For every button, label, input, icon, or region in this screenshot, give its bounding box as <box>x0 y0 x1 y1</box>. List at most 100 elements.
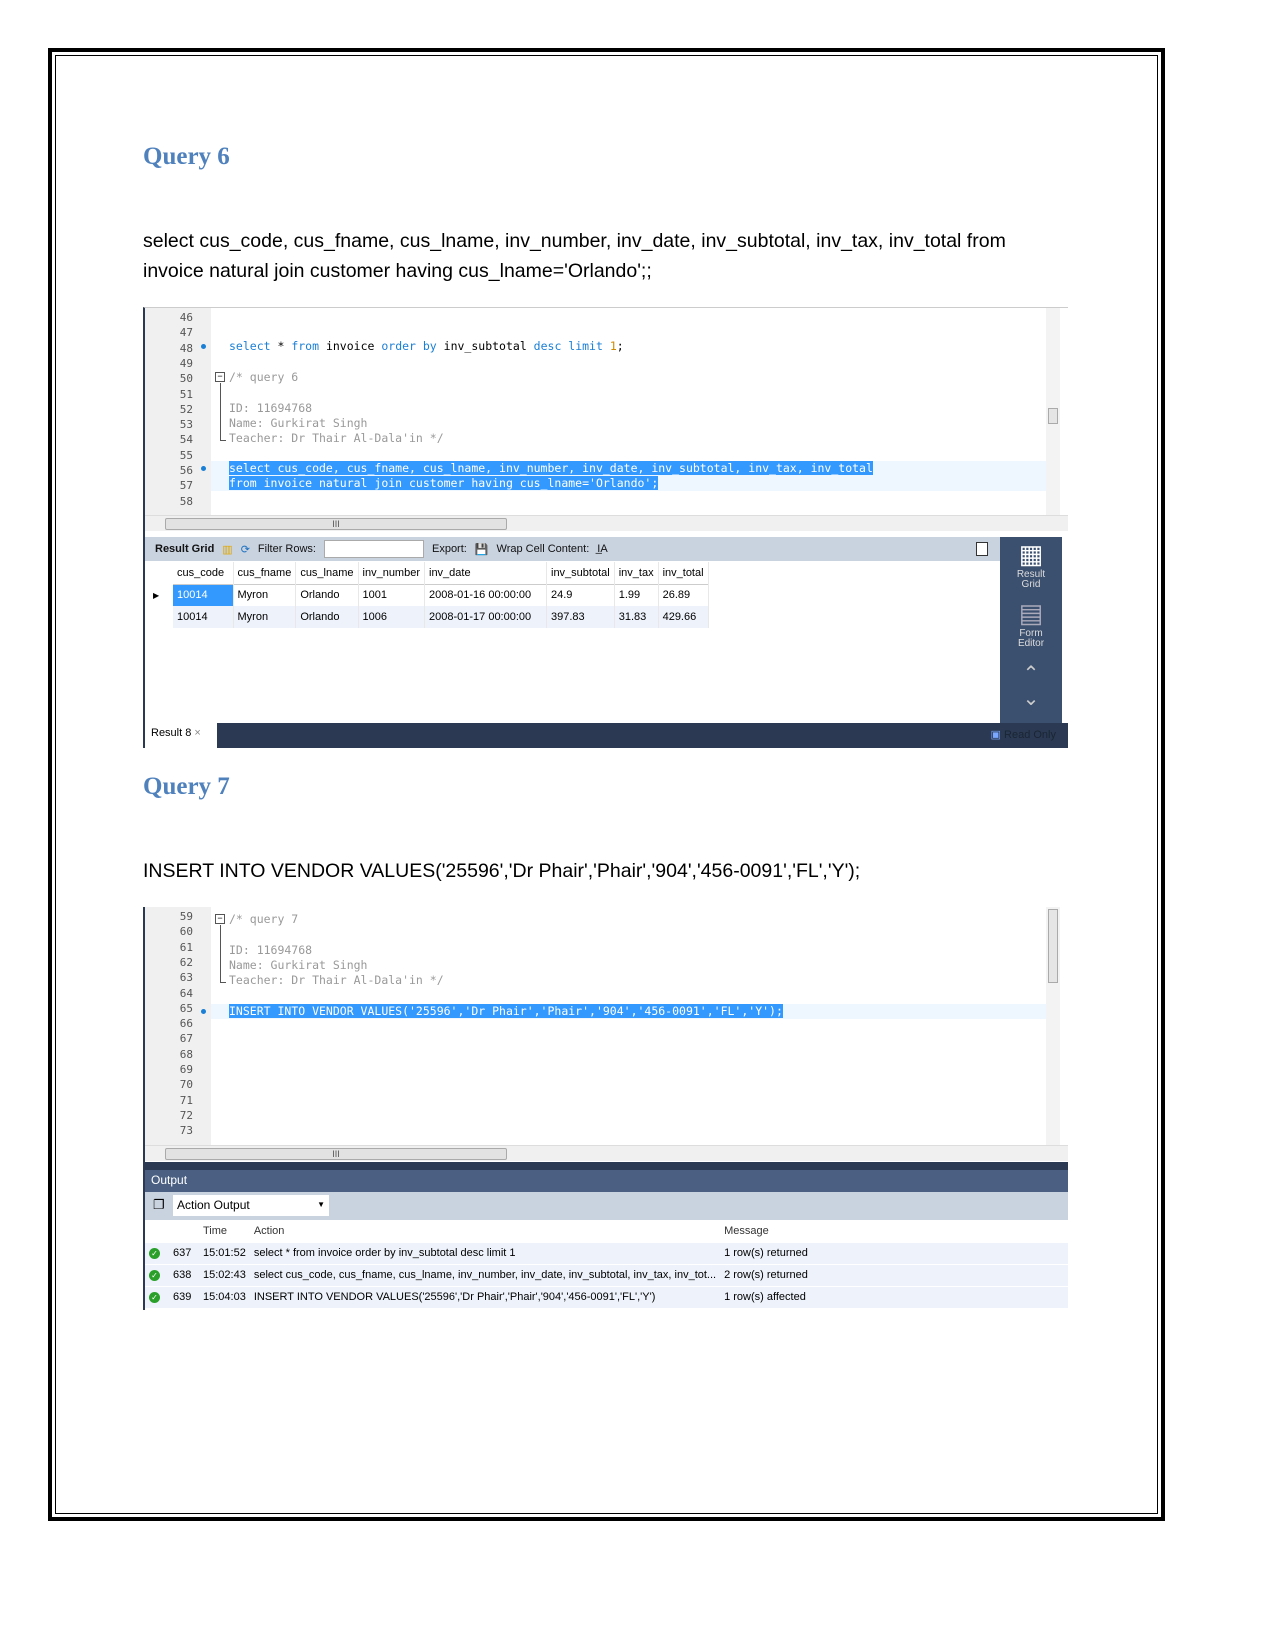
table-row[interactable]: 10014 Myron Orlando 1006 2008-01-17 00:00:00… <box>173 606 709 628</box>
grid-cell[interactable]: Orlando <box>295 584 359 606</box>
line-number: 58 <box>179 494 193 508</box>
grid-cell[interactable]: 10014 <box>173 584 234 606</box>
column-header[interactable]: Time <box>199 1220 250 1242</box>
output-cell: 639 <box>173 1291 192 1304</box>
grid-columns-icon[interactable]: ▥ <box>222 543 232 556</box>
column-header[interactable]: inv_subtotal <box>546 562 615 584</box>
result-tab[interactable]: Result 8 × <box>145 723 217 748</box>
copy-icon[interactable]: ❐ <box>153 1197 165 1213</box>
line-number: 46 <box>179 311 193 324</box>
selected-query[interactable]: select cus_code, cus_fname, cus_lname, i… <box>229 461 873 492</box>
sql-line: invoice natural join customer having cus… <box>143 260 652 282</box>
grid-cell[interactable]: 1.99 <box>614 584 659 606</box>
comment-line: Name: Gurkirat Singh <box>229 957 368 972</box>
column-header[interactable]: cus_fname <box>233 562 297 584</box>
grid-cell[interactable]: 31.83 <box>614 606 659 628</box>
grid-cell[interactable]: 429.66 <box>658 606 709 628</box>
grid-cell[interactable]: 2008-01-17 00:00:00 <box>424 606 547 628</box>
line-number: 71 <box>179 1093 193 1107</box>
line-number: 51 <box>179 387 193 401</box>
form-editor-button[interactable]: Form Editor <box>1016 629 1046 649</box>
column-header[interactable]: Action <box>250 1220 720 1242</box>
grid-cell[interactable]: 1006 <box>358 606 426 628</box>
output-cell: 15:02:43 <box>203 1269 246 1281</box>
line-number: 64 <box>179 986 193 1000</box>
column-header[interactable]: inv_date <box>424 562 547 584</box>
filter-rows-label: Filter Rows: <box>257 543 316 555</box>
horizontal-scrollbar[interactable]: III <box>145 515 1068 531</box>
line-number: 49 <box>179 356 193 370</box>
line-number: 59 <box>179 910 193 923</box>
toggle-panel-icon[interactable] <box>976 542 988 556</box>
line-number: 66 <box>179 1017 193 1031</box>
line-number: 47 <box>179 326 193 340</box>
column-header[interactable]: cus_code <box>173 562 234 584</box>
grid-cell[interactable]: 2008-01-16 00:00:00 <box>424 584 547 606</box>
line-number: 62 <box>179 955 193 969</box>
output-row[interactable]: ✓ 638 15:02:43 select cus_code, cus_fname, … <box>145 1264 1068 1286</box>
result-toolbar: Result Grid ▥ ⟳ Filter Rows: Export: 💾 W… <box>145 537 1000 561</box>
line-number: 54 <box>179 433 193 447</box>
comment-line: Name: Gurkirat Singh <box>229 415 368 430</box>
filter-rows-input[interactable] <box>323 540 424 558</box>
scroll-arrows-icon[interactable]: ⌃ ⌄ <box>1000 661 1062 711</box>
result-grid-button[interactable]: Result Grid <box>1016 570 1046 590</box>
output-cell: INSERT INTO VENDOR VALUES('25596','Dr Ph… <box>253 1291 656 1304</box>
action-output-dropdown[interactable]: Action Output ▼ <box>173 1195 329 1216</box>
output-row[interactable]: ✓ 639 15:04:03 INSERT INTO VENDOR VALUES('2… <box>145 1286 1068 1308</box>
grid-cell[interactable]: 26.89 <box>658 584 709 606</box>
query6-sql-text: select cus_code, cus_fname, cus_lname, i… <box>143 226 1063 286</box>
vertical-scrollbar[interactable] <box>1046 308 1060 515</box>
line-number: 56 <box>179 464 193 477</box>
line-number: 57 <box>179 479 193 493</box>
comment-line: ID: 11694768 <box>229 400 313 415</box>
query7-sql-text: INSERT INTO VENDOR VALUES('25596','Dr Ph… <box>143 860 861 882</box>
grid-cell[interactable]: 24.9 <box>546 584 615 606</box>
refresh-icon[interactable]: ⟳ <box>241 543 250 556</box>
line-number: 50 <box>179 372 193 386</box>
vertical-scrollbar[interactable] <box>1046 907 1060 1145</box>
column-header[interactable]: inv_total <box>658 562 709 584</box>
code-line-48: select * from invoice order by inv_subto… <box>229 339 624 353</box>
grid-cell[interactable]: Myron <box>233 606 297 628</box>
line-number: 55 <box>179 448 193 462</box>
output-cell: select * from invoice order by inv_subto… <box>253 1247 516 1259</box>
export-icon[interactable]: 💾 <box>475 543 489 556</box>
output-row[interactable]: ✓ 637 15:01:52 select * from invoice order … <box>145 1242 1068 1264</box>
output-cell: 2 row(s) returned <box>724 1269 808 1281</box>
column-header[interactable]: Message <box>720 1220 1068 1242</box>
form-editor-icon[interactable]: ▤ <box>1000 598 1062 629</box>
table-row[interactable]: 10014 Myron Orlando 1001 2008-01-16 00:00:00… <box>173 584 709 606</box>
statement-marker-icon <box>201 344 206 349</box>
selected-query[interactable]: INSERT INTO VENDOR VALUES('25596','Dr Ph… <box>229 1004 783 1018</box>
result-grid: cus_code cus_fname cus_lname inv_number inv_… <box>173 562 709 628</box>
line-number: 72 <box>179 1108 193 1122</box>
column-header[interactable]: cus_lname <box>295 562 359 584</box>
horizontal-scrollbar[interactable]: III <box>145 1145 1068 1161</box>
fold-collapse-icon[interactable]: − <box>215 914 225 924</box>
result-grid-tab[interactable]: Result Grid <box>155 543 214 555</box>
output-header: Output <box>145 1170 1068 1192</box>
line-number: 52 <box>179 402 193 416</box>
line-number: 68 <box>179 1047 193 1061</box>
current-row-icon: ▶ <box>153 591 160 600</box>
bottom-tab-bar: Result 8 × ▣ Read Only <box>145 723 1068 748</box>
line-number: 73 <box>179 1124 193 1138</box>
grid-cell[interactable]: 1001 <box>358 584 426 606</box>
wrap-cell-icon[interactable]: I̲A <box>597 543 607 555</box>
query6-heading: Query 6 <box>143 143 230 170</box>
line-number: 63 <box>179 971 193 985</box>
fold-collapse-icon[interactable]: − <box>215 372 225 382</box>
query7-heading: Query 7 <box>143 773 230 800</box>
line-number: 67 <box>179 1032 193 1046</box>
grid-cell[interactable]: 397.83 <box>546 606 615 628</box>
column-header[interactable]: inv_number <box>358 562 426 584</box>
column-header[interactable]: inv_tax <box>614 562 659 584</box>
grid-cell[interactable]: 10014 <box>173 606 234 628</box>
wrap-cell-label: Wrap Cell Content: <box>496 543 590 555</box>
close-icon[interactable]: × <box>194 727 200 739</box>
grid-cell[interactable]: Orlando <box>295 606 359 628</box>
grid-cell[interactable]: Myron <box>233 584 297 606</box>
chevron-down-icon: ▼ <box>317 1200 325 1209</box>
result-grid-icon[interactable]: ▦ <box>1000 539 1062 570</box>
